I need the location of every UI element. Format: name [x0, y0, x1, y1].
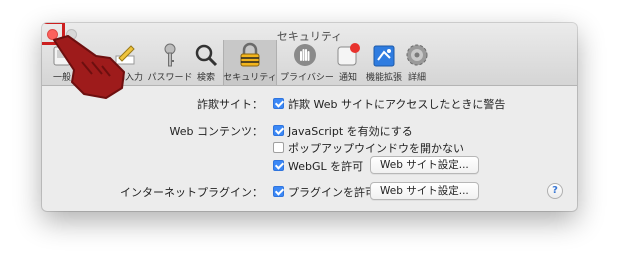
webgl-website-settings-button[interactable]: Web サイト設定... [370, 156, 479, 174]
key-icon [164, 43, 176, 67]
popup-block-checkbox[interactable] [273, 142, 284, 153]
hand-icon [294, 44, 316, 66]
javascript-checkbox[interactable] [273, 125, 284, 136]
pointing-hand-icon [53, 35, 125, 99]
tab-advanced[interactable]: 詳細 [404, 40, 430, 85]
plugins-website-settings-button[interactable]: Web サイト設定... [370, 182, 479, 200]
fraud-warning-checkbox[interactable] [273, 98, 284, 109]
webgl-option: WebGL を許可 [288, 160, 364, 173]
internet-plugins-label: インターネットプラグイン： [120, 186, 263, 199]
gear-icon [406, 44, 428, 66]
popup-block-option: ポップアップウインドウを開かない [288, 142, 464, 155]
magnifier-icon [195, 44, 218, 67]
webgl-checkbox[interactable] [273, 160, 284, 171]
fraud-sites-label: 詐欺サイト： [197, 98, 263, 111]
web-content-label: Web コンテンツ： [169, 125, 263, 138]
lock-icon [240, 42, 260, 67]
tab-advanced-label: 詳細 [407, 73, 426, 83]
tab-privacy[interactable]: プライバシー [280, 40, 334, 85]
puzzle-icon [373, 45, 395, 67]
fraud-warning-option: 詐欺 Web サイトにアクセスしたときに警告 [288, 98, 506, 111]
help-button[interactable]: ? [547, 183, 563, 199]
notification-badge-icon [337, 43, 360, 66]
tab-security-label: セキュリティ [223, 73, 277, 83]
tab-notifications[interactable]: 通知 [335, 40, 361, 85]
security-pane: 詐欺サイト： 詐欺 Web サイトにアクセスしたときに警告 Web コンテンツ：… [42, 86, 577, 211]
tab-passwords[interactable]: パスワード [147, 40, 193, 85]
plugins-option: プラグインを許可 [288, 186, 376, 199]
tab-privacy-label: プライバシー [280, 73, 334, 83]
javascript-option: JavaScript を有効にする [288, 125, 413, 138]
tab-security[interactable]: セキュリティ [223, 40, 277, 85]
plugins-checkbox[interactable] [273, 186, 284, 197]
